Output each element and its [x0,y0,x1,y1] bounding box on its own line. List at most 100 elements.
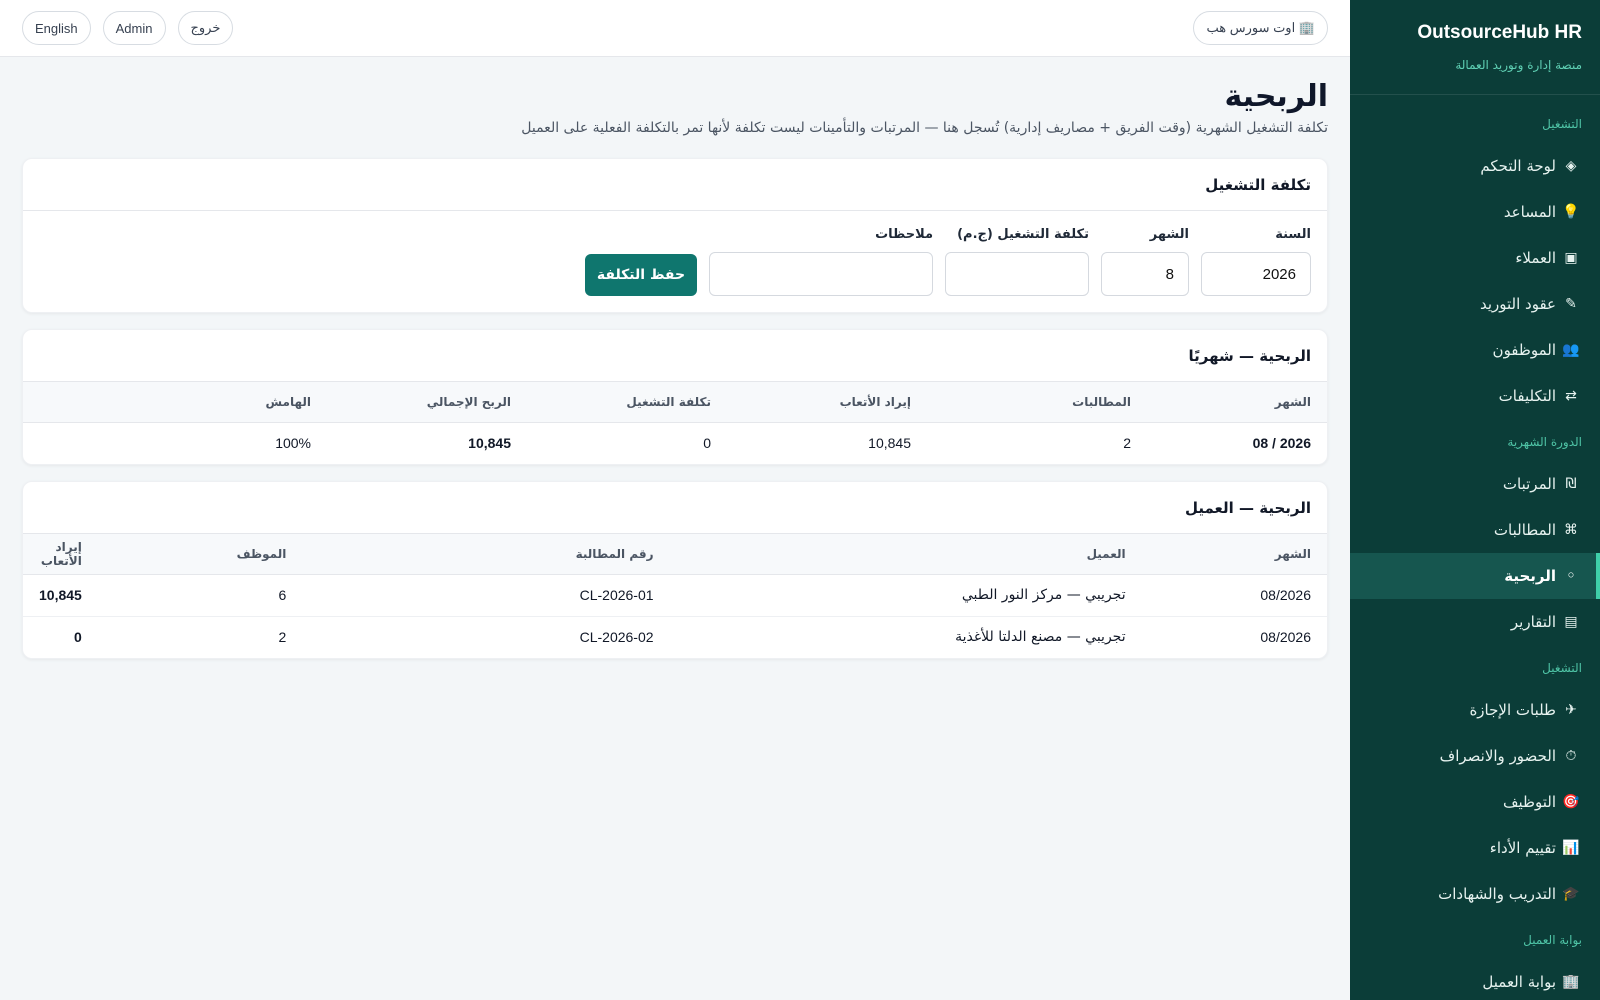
monthly-profit-table: الشهر المطالبات إيراد الأتعاب تكلفة التشغيل… [23,382,1327,464]
sidebar-item[interactable]: ⏱ الحضور والانصراف [1350,733,1600,779]
nav-icon: ✎ [1565,296,1577,312]
sidebar-item[interactable]: ⌘ المطالبات [1350,507,1600,553]
table-cell: تجريبي — مصنع الدلتا للأغذية [669,615,1142,658]
sidebar-item[interactable]: ▣ العملاء [1350,235,1600,281]
nav-icon: 🎯 [1562,794,1580,810]
column-header: إيراد الأتعاب [839,394,911,409]
sidebar-item[interactable]: ◈ لوحة التحكم [1350,143,1600,189]
sidebar: OutsourceHub HR منصة إدارة وتوريد العمال… [1350,0,1600,1000]
sidebar-item[interactable]: 🎓 التدريب والشهادات [1350,871,1600,917]
column-header: المطالبات [1072,394,1131,409]
topbar: 🏢 اوت سورس هب English Admin خروج [0,0,1350,57]
year-field-group: السنة [1201,227,1311,296]
table-cell: 2 [97,615,303,658]
sidebar-item-label: التقارير [1510,613,1556,631]
notes-field-group: ملاحظات [709,227,933,296]
sidebar-item[interactable]: ✎ عقود التوريد [1350,281,1600,327]
column-header: الشهر [1274,546,1311,561]
column-header: الموظف [236,546,287,561]
month-field-group: الشهر [1101,227,1189,296]
nav-icon: 📊 [1562,840,1580,856]
page-title: الربحية [1224,79,1328,114]
cost-form: السنة الشهر تكلفة التشغيل (ج.م) ملاحظات … [23,211,1327,312]
sidebar-item[interactable]: 🎯 التوظيف [1350,779,1600,825]
sidebar-item-label: تقييم الأداء [1489,839,1556,857]
sidebar-item[interactable]: 🏢 بوابة العميل [1350,959,1600,1000]
column-header: الهامش [265,394,311,409]
table-cell: 6 [278,587,287,603]
user-menu-button[interactable]: Admin [102,11,166,45]
monthly-profit-title: الربحية — شهريًا [23,330,1327,382]
nav-icon: 💡 [1562,204,1580,220]
sidebar-item-label: طلبات الإجازة [1469,701,1556,719]
sidebar-item[interactable]: 📊 تقييم الأداء [1350,825,1600,871]
month-label: الشهر [1149,227,1189,242]
table-cell: 10,845 [468,435,511,452]
sidebar-nav: التشغيل ◈ لوحة التحكم 💡 المساعد ▣ العملاء ✎ عقود… [1350,95,1600,1000]
sidebar-item-label: التدريب والشهادات [1438,885,1556,903]
sidebar-item-label: الحضور والانصراف [1439,747,1556,765]
sidebar-item[interactable]: ▤ التقارير [1350,599,1600,645]
brand-title: OutsourceHub HR [1417,22,1582,43]
nav-icon: ⇄ [1565,388,1577,404]
monthly-profit-card: الربحية — شهريًا الشهر المطالبات إيراد الأ… [22,329,1328,465]
sidebar-item[interactable]: ◦ الربحية [1350,553,1600,599]
column-header: تكلفة التشغيل [626,394,711,409]
sidebar-item-label: الربحية [1504,567,1556,585]
client-profit-title: الربحية — العميل [23,482,1327,534]
table-cell: 2 [1123,435,1131,452]
sidebar-item-label: العملاء [1515,249,1556,267]
monthly-table-header: الشهر المطالبات إيراد الأتعاب تكلفة التشغيل… [23,382,1327,422]
save-cost-button[interactable]: حفظ التكلفة [585,254,697,296]
month-input[interactable] [1101,252,1189,296]
sidebar-item-label: التكليفات [1498,387,1556,405]
sidebar-section-label: التشغيل [1542,117,1582,131]
nav-icon: ◦ [1566,568,1576,584]
table-cell: 2026 / 08 [1252,435,1311,452]
client-profit-card: الربحية — العميل الشهر العميل رقم المطالبة… [22,481,1328,659]
table-cell: CL-2026-02 [302,615,670,658]
column-header: رقم المطالبة [575,546,654,561]
client-profit-table: الشهر العميل رقم المطالبة الموظف إيراد الأتع… [23,534,1327,658]
sidebar-item[interactable]: 💡 المساعد [1350,189,1600,235]
sidebar-item[interactable]: ₪ المرتبات [1350,461,1600,507]
nav-icon: ₪ [1565,476,1577,492]
column-header: الشهر [1274,394,1311,409]
page-content: الربحية تكلفة التشغيل الشهرية (وقت الفري… [0,57,1350,679]
notes-input[interactable] [709,252,933,296]
nav-icon: ◈ [1565,158,1577,174]
sidebar-item[interactable]: ✈ طلبات الإجازة [1350,687,1600,733]
logout-button[interactable]: خروج [177,11,234,45]
table-cell: 0 [703,435,711,452]
brand-subtitle: منصة إدارة وتوريد العمالة [1455,58,1582,72]
table-cell: تجريبي — مركز النور الطبي [961,587,1126,603]
sidebar-item-label: عقود التوريد [1479,295,1556,313]
sidebar-item-label: الموظفون [1492,341,1556,359]
main-area: 🏢 اوت سورس هب English Admin خروج الربحية… [0,0,1350,1000]
language-toggle-button[interactable]: English [22,11,91,45]
page-subtitle: تكلفة التشغيل الشهرية (وقت الفريق + مصار… [521,120,1328,136]
client-row: 08/2026 تجريبي — مصنع الدلتا للأغذية CL-20… [23,615,1327,658]
sidebar-item-label: المطالبات [1493,521,1556,539]
nav-icon: 👥 [1562,342,1580,358]
column-header: العميل [1086,546,1126,561]
client-row: 08/2026 تجريبي — مركز النور الطبي CL-2026-… [23,574,1327,616]
company-switcher[interactable]: 🏢 اوت سورس هب [1193,11,1328,45]
cost-label: تكلفة التشغيل (ج.م) [957,227,1089,242]
monthly-row: 2026 / 08 2 10,845 0 10,845 100% [23,422,1327,464]
year-input[interactable] [1201,252,1311,296]
table-cell: 100% [275,435,311,452]
table-cell: 10,845 [39,587,82,603]
cost-form-card: تكلفة التشغيل السنة الشهر تكلفة التشغيل … [22,158,1328,313]
sidebar-item[interactable]: 👥 الموظفون [1350,327,1600,373]
operating-cost-input[interactable] [945,252,1089,296]
column-header: إيراد الأتعاب [40,539,82,568]
sidebar-item-label: بوابة العميل [1482,973,1556,991]
brand: OutsourceHub HR منصة إدارة وتوريد العمال… [1350,0,1600,95]
cost-field-group: تكلفة التشغيل (ج.م) [945,227,1089,296]
sidebar-item-label: المرتبات [1502,475,1556,493]
column-header: الربح الإجمالي [426,394,511,409]
sidebar-item-label: المساعد [1503,203,1556,221]
sidebar-item[interactable]: ⇄ التكليفات [1350,373,1600,419]
client-table-header: الشهر العميل رقم المطالبة الموظف إيراد الأتع… [23,534,1327,574]
